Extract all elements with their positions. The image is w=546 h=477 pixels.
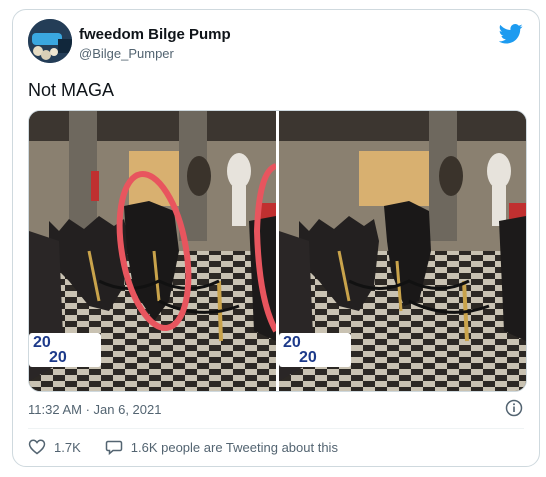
speech-bubble-icon bbox=[105, 440, 122, 456]
avatar[interactable] bbox=[28, 19, 72, 63]
like-count: 1.7K bbox=[54, 439, 81, 455]
divider-line bbox=[28, 428, 524, 429]
twitter-bird-icon[interactable] bbox=[499, 24, 523, 44]
like-button[interactable]: 1.7K bbox=[28, 438, 81, 456]
author-handle[interactable]: @Bilge_Pumper bbox=[79, 46, 174, 61]
tweet-text: Not MAGA bbox=[28, 80, 115, 100]
logo-2020-left: 20 20 bbox=[33, 334, 67, 366]
tweet-card: fweedom Bilge Pump @Bilge_Pumper Not MAG… bbox=[12, 9, 540, 467]
author-name[interactable]: fweedom Bilge Pump bbox=[79, 26, 231, 43]
info-icon[interactable] bbox=[505, 399, 523, 417]
logo-2020-right: 20 20 bbox=[283, 334, 317, 366]
tweet-timestamp[interactable]: 11:32 AM · Jan 6, 2021 bbox=[28, 402, 161, 417]
tweet-media[interactable]: 20 20 20 20 bbox=[28, 110, 527, 392]
tweeting-about-text: 1.6K people are Tweeting about this bbox=[130, 439, 338, 455]
heart-icon bbox=[28, 439, 46, 455]
media-panel-left[interactable]: 20 20 bbox=[29, 111, 276, 391]
tweeting-about-link[interactable]: 1.6K people are Tweeting about this bbox=[105, 438, 338, 456]
media-panel-right[interactable]: 20 20 bbox=[279, 111, 526, 391]
tweet-actions: 1.7K 1.6K people are Tweeting about this bbox=[28, 438, 362, 456]
